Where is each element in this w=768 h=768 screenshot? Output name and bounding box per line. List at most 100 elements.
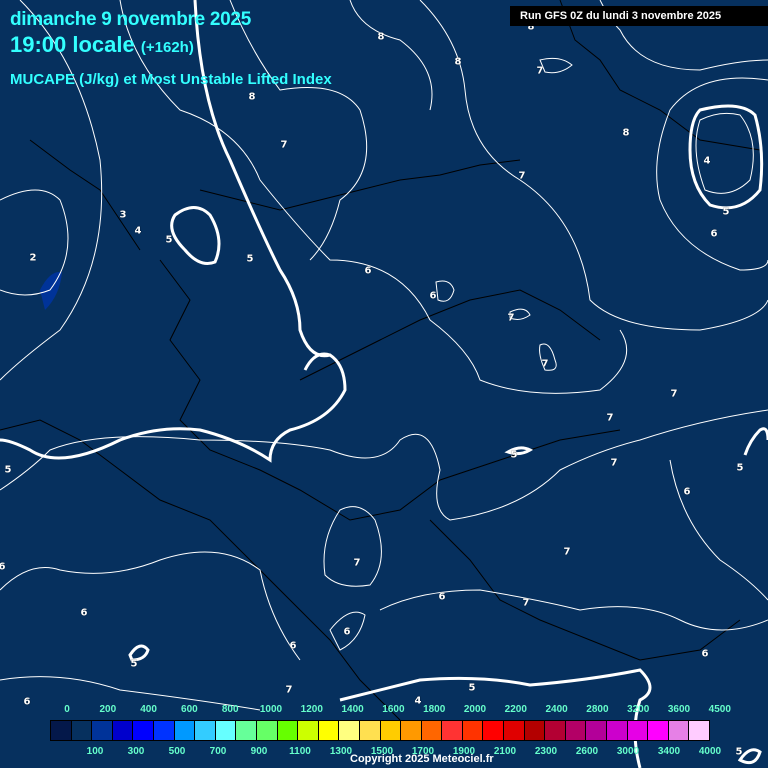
contour-label: 7 bbox=[670, 388, 678, 400]
legend-swatch bbox=[504, 721, 525, 740]
contour-label: 7 bbox=[541, 358, 549, 370]
copyright: Copyright 2025 Meteociel.fr bbox=[350, 753, 494, 765]
legend-swatch bbox=[524, 721, 546, 740]
color-legend bbox=[50, 720, 710, 741]
contour-label: 5 bbox=[468, 682, 476, 694]
contour-label: 4 bbox=[134, 225, 142, 237]
legend-swatch bbox=[277, 721, 299, 740]
legend-swatch bbox=[401, 721, 422, 740]
contour-label: 6 bbox=[23, 696, 31, 708]
legend-bottom-label: 300 bbox=[127, 746, 145, 757]
legend-swatch bbox=[174, 721, 196, 740]
legend-top-label: 1200 bbox=[300, 704, 323, 715]
legend-bottom-label: 1100 bbox=[289, 746, 311, 757]
map-canvas bbox=[0, 0, 768, 768]
contour-label: 8 bbox=[622, 127, 630, 139]
contour-label: 5 bbox=[736, 462, 744, 474]
legend-swatch bbox=[92, 721, 113, 740]
legend-bottom-label: 2600 bbox=[575, 746, 599, 757]
cape-area bbox=[40, 271, 62, 310]
legend-bottom-label: 100 bbox=[86, 746, 104, 757]
contour-label: 7 bbox=[536, 65, 544, 77]
contour-label: 6 bbox=[701, 648, 709, 660]
contour-label: 6 bbox=[289, 640, 297, 652]
contour-label: 5 bbox=[4, 464, 12, 476]
contour-label: 7 bbox=[606, 412, 614, 424]
legend-swatch bbox=[153, 721, 175, 740]
legend-bottom-label: 3000 bbox=[616, 746, 640, 757]
legend-swatch bbox=[607, 721, 628, 740]
legend-swatch bbox=[442, 721, 463, 740]
legend-top-label: 1400 bbox=[341, 704, 364, 715]
contour-label: 5 bbox=[165, 234, 173, 246]
legend-swatch bbox=[359, 721, 381, 740]
legend-top-label: 2000 bbox=[463, 704, 487, 715]
legend-swatch bbox=[51, 721, 72, 740]
legend-swatch bbox=[627, 721, 649, 740]
contour-label: 5 bbox=[246, 253, 254, 265]
legend-top-label: 2800 bbox=[586, 704, 609, 715]
weather-map: 8887877845634552667777557676776665754566… bbox=[0, 0, 768, 768]
legend-bottom-label: 2100 bbox=[493, 746, 517, 757]
legend-top-label: 200 bbox=[99, 704, 117, 715]
contour-label: 6 bbox=[429, 290, 437, 302]
legend-bottom-label: 2300 bbox=[534, 746, 558, 757]
contour-label: 7 bbox=[507, 312, 515, 324]
contour-label: 6 bbox=[80, 607, 88, 619]
legend-top-label: 2400 bbox=[545, 704, 568, 715]
legend-swatch bbox=[565, 721, 587, 740]
legend-swatch bbox=[256, 721, 278, 740]
contour-label: 6 bbox=[683, 486, 691, 498]
forecast-date: dimanche 9 novembre 2025 bbox=[10, 9, 251, 30]
contour-label: 6 bbox=[438, 591, 446, 603]
legend-bottom-label: 700 bbox=[209, 746, 227, 757]
thick-contours-li5 bbox=[0, 0, 768, 768]
legend-bottom-label: 500 bbox=[168, 746, 186, 757]
contour-label: 2 bbox=[29, 252, 37, 264]
contour-label: 5 bbox=[722, 206, 730, 218]
contour-label: 7 bbox=[563, 546, 571, 558]
contour-label: 7 bbox=[285, 684, 293, 696]
contour-label: 5 bbox=[130, 658, 138, 670]
contour-label: 7 bbox=[353, 557, 361, 569]
legend-bottom-label: 900 bbox=[250, 746, 268, 757]
local-time: 19:00 locale bbox=[10, 32, 135, 57]
contour-label: 7 bbox=[280, 139, 288, 151]
legend-swatch bbox=[339, 721, 360, 740]
legend-swatch bbox=[462, 721, 484, 740]
coastlines-borders bbox=[0, 0, 761, 721]
legend-swatch bbox=[648, 721, 669, 740]
contour-label: 7 bbox=[518, 170, 526, 182]
legend-top-label: 0 bbox=[64, 704, 70, 715]
legend-top-label: 400 bbox=[140, 704, 157, 715]
contour-label: 6 bbox=[0, 561, 6, 573]
contour-label: 4 bbox=[414, 695, 422, 707]
contour-label: 6 bbox=[364, 265, 372, 277]
thin-contours bbox=[0, 0, 768, 741]
legend-top-label: 1600 bbox=[382, 704, 405, 715]
legend-swatch bbox=[298, 721, 319, 740]
legend-top-label: 1000 bbox=[259, 704, 283, 715]
legend-swatch bbox=[133, 721, 154, 740]
legend-swatch bbox=[380, 721, 402, 740]
contour-label: 8 bbox=[248, 91, 256, 103]
legend-swatch bbox=[689, 721, 709, 740]
contour-label: 6 bbox=[710, 228, 718, 240]
legend-bottom-label: 1300 bbox=[329, 746, 353, 757]
contour-label: 4 bbox=[703, 155, 711, 167]
legend-swatch bbox=[71, 721, 93, 740]
contour-label: 7 bbox=[610, 457, 618, 469]
forecast-time: 19:00 locale (+162h) bbox=[10, 32, 194, 58]
legend-swatch bbox=[195, 721, 216, 740]
legend-swatch bbox=[545, 721, 566, 740]
lead-time: (+162h) bbox=[140, 39, 194, 56]
contour-label: 7 bbox=[522, 597, 530, 609]
contour-label: 3 bbox=[119, 209, 127, 221]
legend-swatch bbox=[668, 721, 690, 740]
legend-top-label: 4500 bbox=[708, 704, 731, 715]
legend-bottom-label: 3400 bbox=[657, 746, 681, 757]
legend-swatch bbox=[483, 721, 505, 740]
legend-swatch bbox=[112, 721, 134, 740]
parameter-title: MUCAPE (J/kg) et Most Unstable Lifted In… bbox=[10, 71, 332, 88]
contour-label: 8 bbox=[454, 56, 462, 68]
